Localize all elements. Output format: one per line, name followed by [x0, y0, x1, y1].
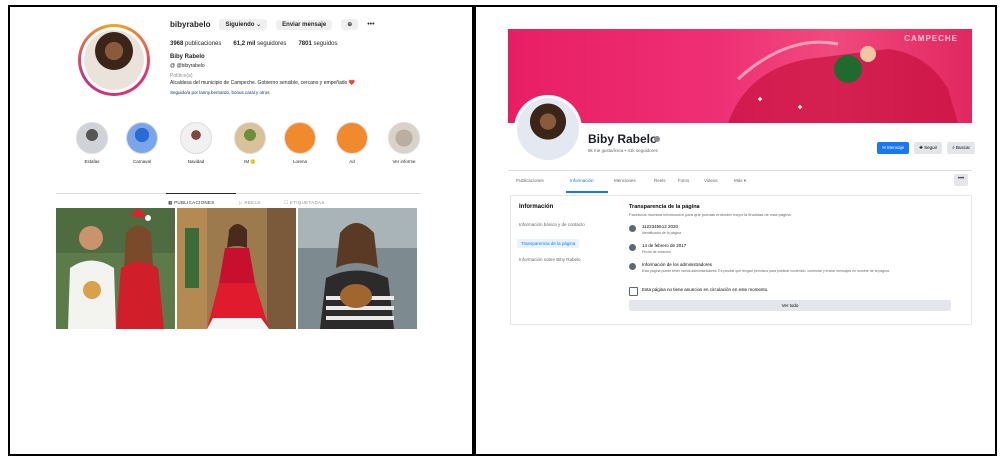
- highlight-cover: [284, 122, 316, 154]
- threads-handle[interactable]: @ @bibyrabelo: [170, 63, 205, 69]
- tab-more[interactable]: Más ▾: [734, 178, 746, 184]
- section-description: Facebook muestra información para que pu…: [629, 212, 792, 217]
- profile-stats: 3968 publicaciones 61,2 mil seguidores 7…: [170, 41, 338, 47]
- sidebar-item-about-person[interactable]: Información sobre Biby Rabelo: [519, 257, 581, 262]
- highlight-cover: [234, 122, 266, 154]
- following-button[interactable]: Siguiendo ⌄: [219, 19, 268, 30]
- tag-icon: ☐: [284, 200, 289, 205]
- add-user-button[interactable]: ⊕: [341, 19, 359, 30]
- instagram-screenshot: bibyrabelo Siguiendo ⌄ Enviar mensaje ⊕ …: [8, 5, 474, 456]
- stat-posts[interactable]: 3968 publicaciones: [170, 41, 221, 47]
- highlight-cover: [126, 122, 158, 154]
- sidebar-item-page-transparency[interactable]: Transparencia de la página: [517, 239, 580, 248]
- post-thumbnail[interactable]: [56, 208, 175, 329]
- highlight-cover: [180, 122, 212, 154]
- messenger-icon: ✉: [882, 145, 886, 150]
- page-id-label: Identificador de la página: [642, 231, 682, 235]
- page-nav: Publicaciones Información Menciones Reel…: [508, 170, 972, 193]
- section-title: Transparencia de la página: [629, 204, 700, 210]
- more-options-icon[interactable]: •••: [367, 21, 374, 28]
- send-message-button[interactable]: Enviar mensaje: [276, 19, 333, 30]
- highlight-cover: [388, 122, 420, 154]
- add-user-icon: ⊕: [347, 22, 353, 28]
- post-thumbnail[interactable]: [177, 208, 296, 329]
- calendar-icon: [629, 244, 636, 251]
- profile-category: Político(a): [170, 73, 193, 79]
- post-image: [56, 208, 175, 329]
- active-tab-indicator: [166, 193, 236, 194]
- tab-reels[interactable]: ▷ REELS: [239, 200, 261, 206]
- ads-notice: Esta página no tiene anuncios en circula…: [642, 287, 769, 292]
- posts-grid: [56, 208, 417, 329]
- page-followers[interactable]: 8k me gusta/ínica • 41k seguidores: [588, 148, 658, 153]
- search-icon: ⌕: [952, 145, 955, 150]
- follow-button[interactable]: ✚ Seguir: [914, 142, 943, 154]
- creation-date-value: 14 de febrero de 2017: [642, 243, 687, 248]
- follow-icon: ✚: [919, 145, 923, 150]
- ads-icon: [629, 287, 638, 296]
- chevron-down-icon: ⌄: [256, 22, 262, 28]
- facebook-screenshot: CAMPECHE Biby Rabelo 8k me gusta/ínica •…: [474, 5, 997, 456]
- followed-by-link[interactable]: Seguido/a por lanny.bernardo, bonus.cara…: [170, 90, 269, 95]
- profile-tabs: ▦ PUBLICACIONES ▷ REELS ☐ ETIQUETADAS: [56, 193, 421, 205]
- about-panel: Información Información básica y de cont…: [510, 195, 972, 325]
- see-all-button[interactable]: Ver todo: [629, 300, 951, 311]
- cover-illustration: [728, 40, 958, 123]
- sidebar-item-contact-info[interactable]: Información básica y de contacto: [519, 222, 585, 227]
- profile-avatar[interactable]: [78, 24, 150, 96]
- highlight-item[interactable]: Carnaval: [120, 122, 164, 164]
- tab-posts[interactable]: Publicaciones: [516, 178, 544, 183]
- grid-icon: ▦: [168, 200, 173, 205]
- search-button[interactable]: ⌕ Buscar: [947, 142, 975, 154]
- verified-badge-icon: [654, 136, 660, 142]
- post-image: [298, 208, 417, 329]
- threads-icon: @: [170, 63, 176, 69]
- tab-reels[interactable]: Reels: [654, 178, 666, 183]
- active-tab-indicator: [566, 191, 608, 193]
- creation-date-label: Fecha de creación: [642, 250, 671, 254]
- admins-title: Información de los administradores: [642, 262, 713, 267]
- highlight-item[interactable]: Ver informe: [382, 122, 426, 164]
- cover-photo[interactable]: CAMPECHE: [508, 29, 972, 123]
- profile-header-row: bibyrabelo Siguiendo ⌄ Enviar mensaje ⊕ …: [170, 19, 375, 30]
- tab-photos[interactable]: Fotos: [678, 178, 689, 183]
- full-name: Biby Rabelo: [170, 54, 205, 60]
- about-sidebar-title: Información: [519, 204, 554, 210]
- more-options-icon[interactable]: •••: [954, 174, 968, 186]
- cover-brand-text: CAMPECHE: [904, 34, 958, 43]
- page-id-value: 1122345612 2020: [642, 224, 678, 229]
- tab-about[interactable]: Información: [570, 178, 594, 183]
- profile-picture[interactable]: [514, 95, 582, 163]
- highlight-cover: [336, 122, 368, 154]
- page-id-icon: [629, 225, 636, 232]
- username: bibyrabelo: [170, 20, 211, 29]
- highlight-item[interactable]: Estafas: [70, 122, 114, 164]
- stat-following[interactable]: 7801 seguidos: [298, 41, 337, 47]
- profile-bio: Alcaldesa del municipio de Campeche. Gob…: [170, 80, 355, 86]
- profile-photo: [517, 98, 579, 160]
- post-image: [177, 208, 296, 329]
- tab-mentions[interactable]: Menciones: [614, 178, 636, 183]
- highlight-item[interactable]: Lorena: [278, 122, 322, 164]
- avatar-photo: [84, 30, 144, 90]
- admins-description: Esta página puede tener varios administr…: [642, 269, 890, 273]
- tab-posts[interactable]: ▦ PUBLICACIONES: [168, 200, 215, 206]
- page-name: Biby Rabelo: [588, 132, 658, 146]
- tab-tagged[interactable]: ☐ ETIQUETADAS: [284, 200, 325, 206]
- page-actions: ✉ Mensaje ✚ Seguir ⌕ Buscar: [877, 142, 975, 154]
- message-button[interactable]: ✉ Mensaje: [877, 142, 910, 154]
- highlight-item[interactable]: IM 🙂: [228, 122, 272, 165]
- highlight-cover: [76, 122, 108, 154]
- admins-icon: [629, 263, 636, 270]
- tab-videos[interactable]: Videos: [704, 178, 718, 183]
- stat-followers[interactable]: 61,2 mil seguidores: [233, 41, 286, 47]
- highlight-item[interactable]: Navidad: [174, 122, 218, 164]
- post-thumbnail[interactable]: [298, 208, 417, 329]
- highlight-item[interactable]: Ad: [330, 122, 374, 164]
- reels-icon: ▷: [239, 200, 243, 205]
